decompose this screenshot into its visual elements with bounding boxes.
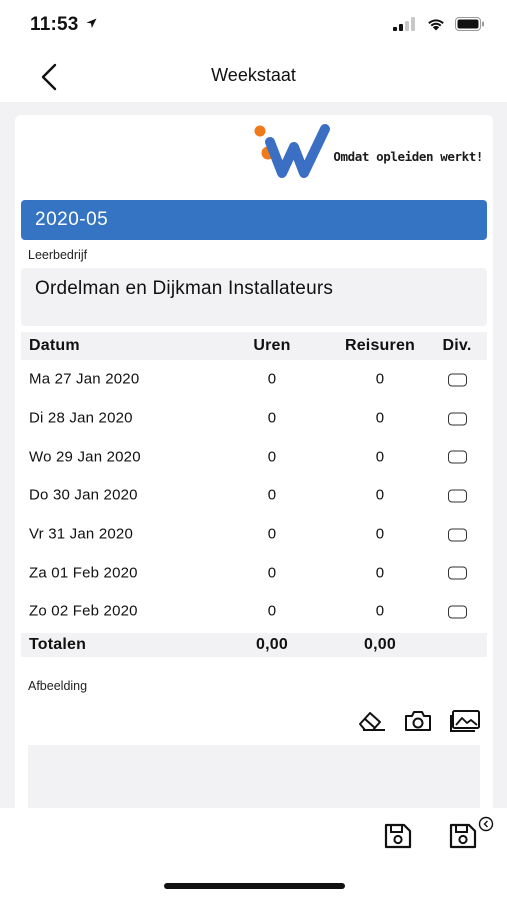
div-checkbox[interactable] bbox=[447, 489, 467, 503]
row-reisuren: 0 bbox=[375, 564, 385, 582]
row-date: Di 28 Jan 2020 bbox=[29, 409, 133, 427]
company-label: Leerbedrijf bbox=[28, 248, 88, 262]
cellular-signal-icon bbox=[393, 17, 415, 31]
row-uren: 0 bbox=[267, 564, 277, 582]
row-reisuren: 0 bbox=[375, 370, 385, 388]
div-checkbox[interactable] bbox=[447, 566, 467, 580]
div-checkbox[interactable] bbox=[447, 373, 467, 387]
totals-row: Totalen 0,00 0,00 bbox=[21, 632, 487, 657]
header-div: Div. bbox=[442, 337, 472, 354]
camera-button[interactable] bbox=[404, 710, 432, 732]
week-banner: 2020-05 bbox=[21, 200, 487, 240]
row-uren: 0 bbox=[267, 486, 277, 504]
wifi-icon bbox=[428, 19, 444, 31]
table-header: Datum Uren Reisuren Div. bbox=[21, 332, 487, 360]
row-date: Do 30 Jan 2020 bbox=[29, 486, 138, 504]
image-gallery-icon bbox=[450, 710, 480, 732]
company-field: Ordelman en Dijkman Installateurs bbox=[21, 268, 487, 326]
row-uren: 0 bbox=[267, 409, 277, 427]
logo: Omdat opleiden werkt! bbox=[251, 123, 483, 179]
totals-reisuren: 0,00 bbox=[364, 635, 396, 653]
div-checkbox[interactable] bbox=[447, 450, 467, 464]
row-uren: 0 bbox=[267, 370, 277, 388]
status-time: 11:53 bbox=[30, 14, 97, 36]
row-reisuren: 0 bbox=[375, 486, 385, 504]
save-and-close-button[interactable] bbox=[448, 816, 498, 857]
header-reisuren: Reisuren bbox=[344, 337, 416, 354]
logo-mark bbox=[254, 124, 331, 178]
location-arrow-icon bbox=[86, 18, 97, 28]
image-actions bbox=[357, 709, 481, 733]
row-reisuren: 0 bbox=[375, 525, 385, 543]
table-row[interactable]: Di 28 Jan 2020 0 0 bbox=[21, 399, 487, 438]
bottom-toolbar bbox=[0, 808, 507, 900]
home-indicator[interactable] bbox=[164, 883, 345, 889]
table-row[interactable]: Za 01 Feb 2020 0 0 bbox=[21, 553, 487, 592]
eraser-button[interactable] bbox=[357, 709, 387, 733]
table-row[interactable]: Do 30 Jan 2020 0 0 bbox=[21, 476, 487, 515]
weekstaat-card: Omdat opleiden werkt! 2020-05 Leerbedrij… bbox=[15, 115, 493, 808]
header-uren: Uren bbox=[253, 337, 291, 354]
div-checkbox[interactable] bbox=[447, 605, 467, 619]
table-row[interactable]: Wo 29 Jan 2020 0 0 bbox=[21, 437, 487, 476]
table-row[interactable]: Vr 31 Jan 2020 0 0 bbox=[21, 515, 487, 554]
row-reisuren: 0 bbox=[375, 602, 385, 620]
row-reisuren: 0 bbox=[375, 409, 385, 427]
save-and-close-icon bbox=[449, 816, 494, 849]
gallery-button[interactable] bbox=[449, 709, 481, 733]
status-time-text: 11:53 bbox=[30, 14, 79, 35]
status-icons bbox=[393, 17, 485, 31]
div-checkbox[interactable] bbox=[447, 412, 467, 426]
eraser-icon bbox=[359, 712, 385, 731]
row-uren: 0 bbox=[267, 602, 277, 620]
save-icon bbox=[384, 823, 412, 849]
logo-tagline: Omdat opleiden werkt! bbox=[333, 148, 483, 164]
div-checkbox[interactable] bbox=[447, 528, 467, 542]
battery-icon bbox=[455, 17, 484, 31]
row-date: Zo 02 Feb 2020 bbox=[29, 602, 138, 620]
camera-icon bbox=[405, 711, 431, 731]
row-uren: 0 bbox=[267, 525, 277, 543]
save-button[interactable] bbox=[383, 822, 413, 855]
row-reisuren: 0 bbox=[375, 448, 385, 466]
row-date: Vr 31 Jan 2020 bbox=[29, 525, 133, 543]
table-row[interactable]: Zo 02 Feb 2020 0 0 bbox=[21, 592, 487, 631]
nav-bar: Weekstaat bbox=[0, 52, 507, 102]
page-title: Weekstaat bbox=[211, 65, 296, 85]
hours-table: Datum Uren Reisuren Div. Ma 27 Jan 2020 … bbox=[21, 332, 487, 657]
totals-label: Totalen bbox=[29, 635, 87, 653]
row-date: Ma 27 Jan 2020 bbox=[29, 370, 140, 388]
image-dropzone[interactable] bbox=[28, 745, 480, 808]
totals-uren: 0,00 bbox=[256, 635, 288, 653]
header-date: Datum bbox=[29, 337, 80, 354]
image-section-label: Afbeelding bbox=[28, 679, 88, 693]
table-row[interactable]: Ma 27 Jan 2020 0 0 bbox=[21, 360, 487, 399]
row-date: Wo 29 Jan 2020 bbox=[29, 448, 141, 466]
row-uren: 0 bbox=[267, 448, 277, 466]
status-bar: 11:53 bbox=[0, 0, 507, 52]
row-date: Za 01 Feb 2020 bbox=[29, 564, 138, 582]
